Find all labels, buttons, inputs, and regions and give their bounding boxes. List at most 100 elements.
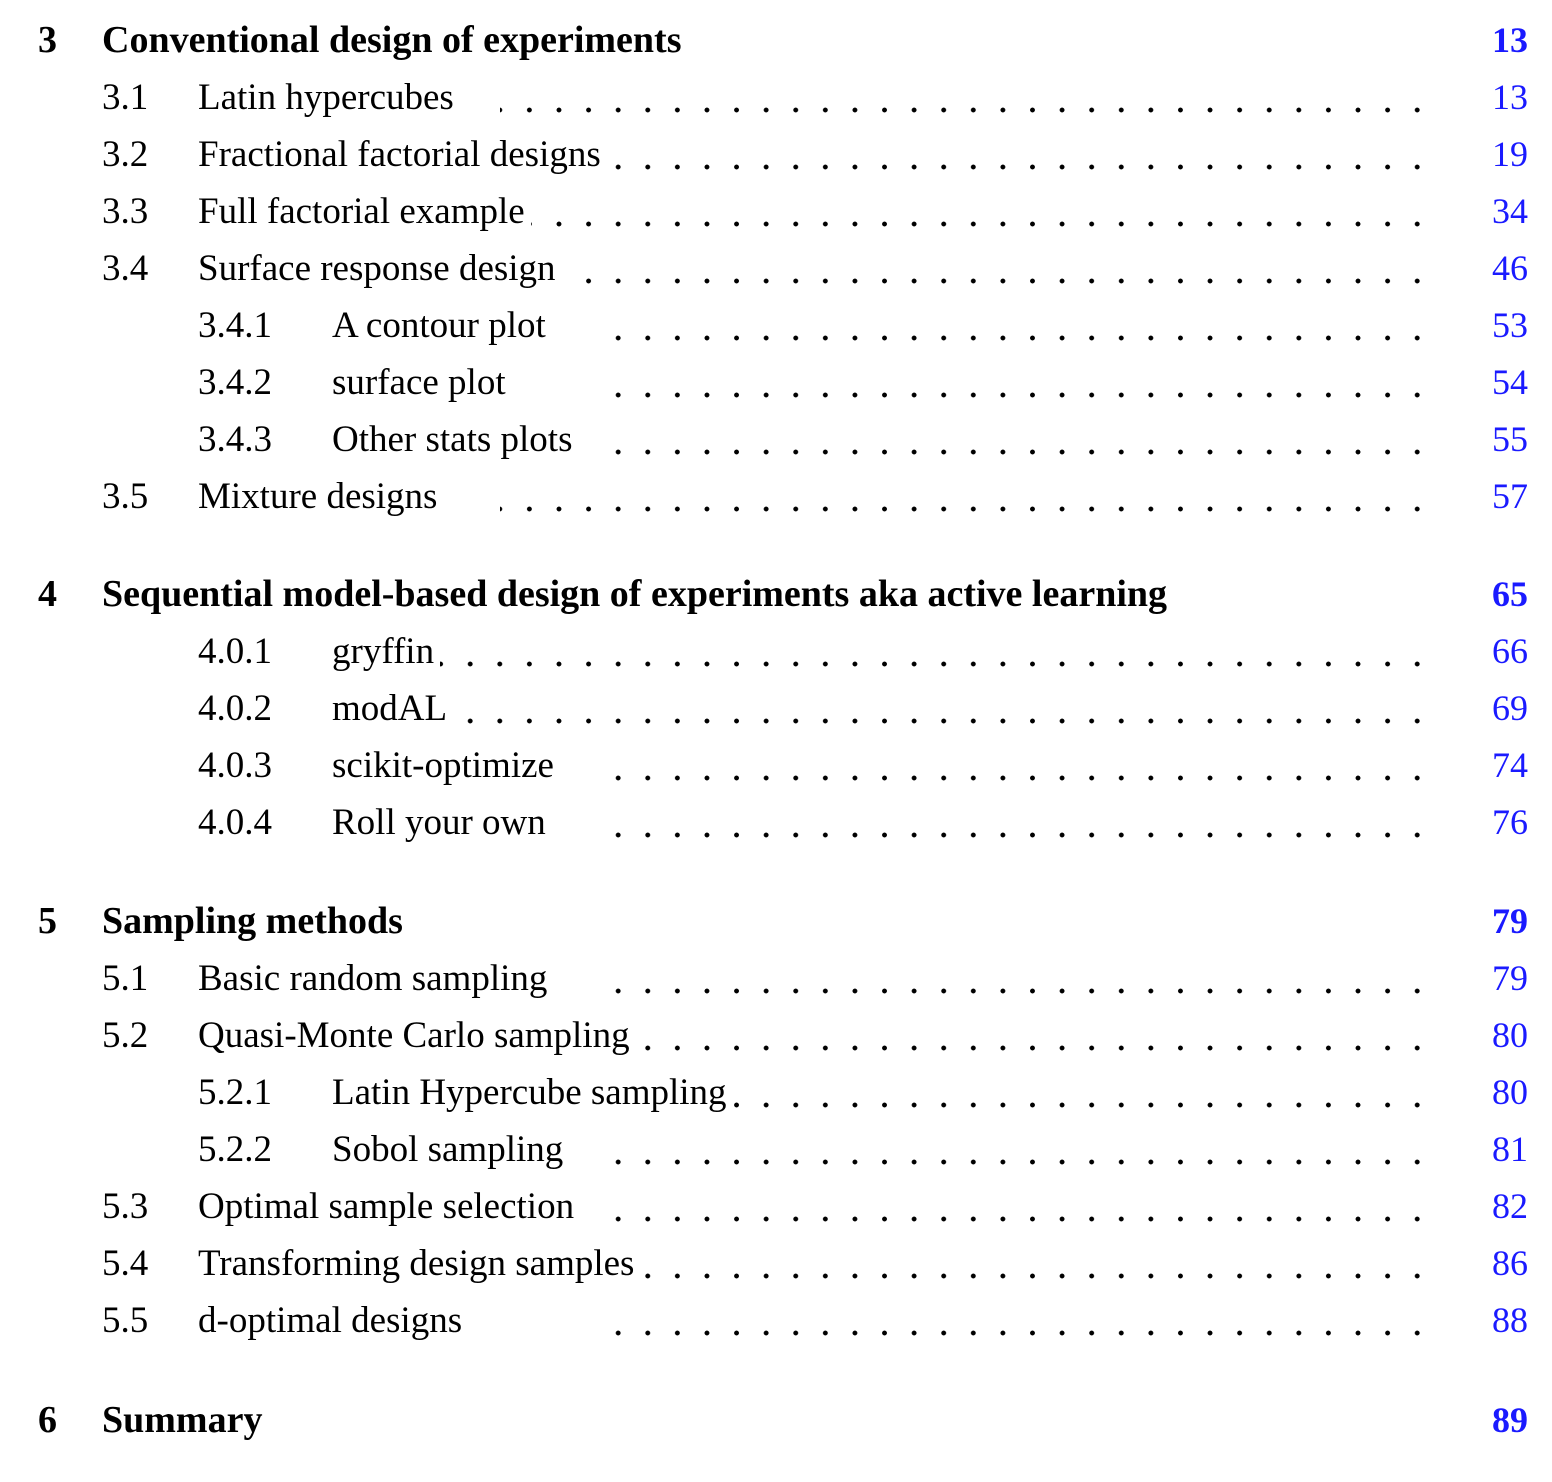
section-number: 3.4 [102,248,149,289]
section-number: 3.1 [102,77,149,118]
section-title[interactable]: Latin hypercubes [198,69,460,126]
page-link[interactable]: 65 [1482,566,1528,623]
page-link[interactable]: 69 [1482,680,1528,737]
toc-section-5-4[interactable]: 5.4 Transforming design samples 86 [0,1235,1552,1292]
subsection-number: 4.0.2 [198,688,272,729]
subsection-number: 5.2.1 [198,1072,272,1113]
subsection-number: 4.0.3 [198,745,272,786]
page-link[interactable]: 76 [1482,794,1528,851]
dot-leader [600,297,1432,354]
page-link[interactable]: 80 [1482,1007,1528,1064]
page-link[interactable]: 19 [1482,126,1528,183]
dot-leader [600,1121,1432,1178]
toc-subsection-5-2-1[interactable]: 5.2.1 Latin Hypercube sampling 80 [0,1064,1552,1121]
section-number: 3.2 [102,134,149,175]
page-link[interactable]: 79 [1482,950,1528,1007]
page-link[interactable]: 13 [1482,12,1528,69]
subsection-title[interactable]: surface plot [332,354,512,411]
toc-section-5-5[interactable]: 5.5 d-optimal designs 88 [0,1292,1552,1349]
toc-chapter-5[interactable]: 5 Sampling methods 79 [0,893,1552,950]
toc-subsection-3-4-1[interactable]: 3.4.1 A contour plot 53 [0,297,1552,354]
toc-section-3-4[interactable]: 3.4 Surface response design 46 [0,240,1552,297]
page-link[interactable]: 55 [1482,411,1528,468]
page-link[interactable]: 53 [1482,297,1528,354]
toc-section-3-1[interactable]: 3.1 Latin hypercubes 13 [0,69,1552,126]
toc-subsection-3-4-2[interactable]: 3.4.2 surface plot 54 [0,354,1552,411]
section-title[interactable]: Basic random sampling [198,950,554,1007]
section-title[interactable]: Surface response design [198,240,562,297]
dot-leader [440,680,1432,737]
subsection-title[interactable]: Sobol sampling [332,1121,570,1178]
toc-section-3-5[interactable]: 3.5 Mixture designs 57 [0,468,1552,525]
subsection-number: 3.4.2 [198,362,272,403]
toc-subsection-5-2-2[interactable]: 5.2.2 Sobol sampling 81 [0,1121,1552,1178]
page-link[interactable]: 66 [1482,623,1528,680]
chapter-title[interactable]: Summary [102,1392,262,1449]
toc-subsection-3-4-3[interactable]: 3.4.3 Other stats plots 55 [0,411,1552,468]
dot-leader [440,623,1432,680]
toc-section-3-3[interactable]: 3.3 Full factorial example 34 [0,183,1552,240]
section-title[interactable]: Fractional factorial designs [198,126,607,183]
page-link[interactable]: 57 [1482,468,1528,525]
toc-chapter-4[interactable]: 4 Sequential model-based design of exper… [0,566,1552,623]
page-link[interactable]: 80 [1482,1064,1528,1121]
subsection-number: 4.0.4 [198,802,272,843]
section-number: 3.3 [102,191,149,232]
dot-leader [600,1235,1432,1292]
dot-leader [500,183,1432,240]
dot-leader [500,240,1432,297]
toc-section-3-2[interactable]: 3.2 Fractional factorial designs 19 [0,126,1552,183]
subsection-title[interactable]: Latin Hypercube sampling [332,1064,733,1121]
toc-subsection-4-0-2[interactable]: 4.0.2 modAL 69 [0,680,1552,737]
section-title[interactable]: Full factorial example [198,183,531,240]
chapter-number: 3 [38,19,57,61]
chapter-title[interactable]: Sequential model-based design of experim… [102,566,1167,623]
page-link[interactable]: 79 [1482,893,1528,950]
subsection-number: 3.4.1 [198,305,272,346]
clipped-previous-page-fragment [450,0,950,6]
subsection-number: 5.2.2 [198,1129,272,1170]
section-number: 5.2 [102,1015,149,1056]
toc-chapter-6[interactable]: 6 Summary 89 [0,1392,1552,1449]
dot-leader [600,1292,1432,1349]
subsection-title[interactable]: A contour plot [332,297,552,354]
subsection-title[interactable]: Roll your own [332,794,552,851]
toc-section-5-3[interactable]: 5.3 Optimal sample selection 82 [0,1178,1552,1235]
page-link[interactable]: 46 [1482,240,1528,297]
page-link[interactable]: 74 [1482,737,1528,794]
toc-subsection-4-0-3[interactable]: 4.0.3 scikit-optimize 74 [0,737,1552,794]
page-link[interactable]: 86 [1482,1235,1528,1292]
toc-section-5-2[interactable]: 5.2 Quasi-Monte Carlo sampling 80 [0,1007,1552,1064]
section-title[interactable]: Mixture designs [198,468,444,525]
subsection-title[interactable]: gryffin [332,623,441,680]
dot-leader [500,126,1432,183]
dot-leader [500,69,1432,126]
page-link[interactable]: 34 [1482,183,1528,240]
toc-chapter-3[interactable]: 3 Conventional design of experiments 13 [0,12,1552,69]
page-link[interactable]: 88 [1482,1292,1528,1349]
page-link[interactable]: 82 [1482,1178,1528,1235]
page-link[interactable]: 89 [1482,1392,1528,1449]
chapter-number: 6 [38,1399,57,1441]
toc-subsection-4-0-1[interactable]: 4.0.1 gryffin 66 [0,623,1552,680]
page-link[interactable]: 81 [1482,1121,1528,1178]
chapter-number: 4 [38,573,57,615]
dot-leader [600,950,1432,1007]
page-link[interactable]: 54 [1482,354,1528,411]
chapter-title[interactable]: Conventional design of experiments [102,12,682,69]
section-title[interactable]: Quasi-Monte Carlo sampling [198,1007,636,1064]
section-title[interactable]: Optimal sample selection [198,1178,581,1235]
section-title[interactable]: d-optimal designs [198,1292,469,1349]
dot-leader [600,794,1432,851]
chapter-title[interactable]: Sampling methods [102,893,403,950]
toc-subsection-4-0-4[interactable]: 4.0.4 Roll your own 76 [0,794,1552,851]
section-number: 3.5 [102,476,149,517]
subsection-title[interactable]: Other stats plots [332,411,579,468]
subsection-title[interactable]: modAL [332,680,454,737]
page-link[interactable]: 13 [1482,69,1528,126]
section-title[interactable]: Transforming design samples [198,1235,641,1292]
section-number: 5.5 [102,1300,149,1341]
subsection-title[interactable]: scikit-optimize [332,737,560,794]
section-number: 5.4 [102,1243,149,1284]
toc-section-5-1[interactable]: 5.1 Basic random sampling 79 [0,950,1552,1007]
